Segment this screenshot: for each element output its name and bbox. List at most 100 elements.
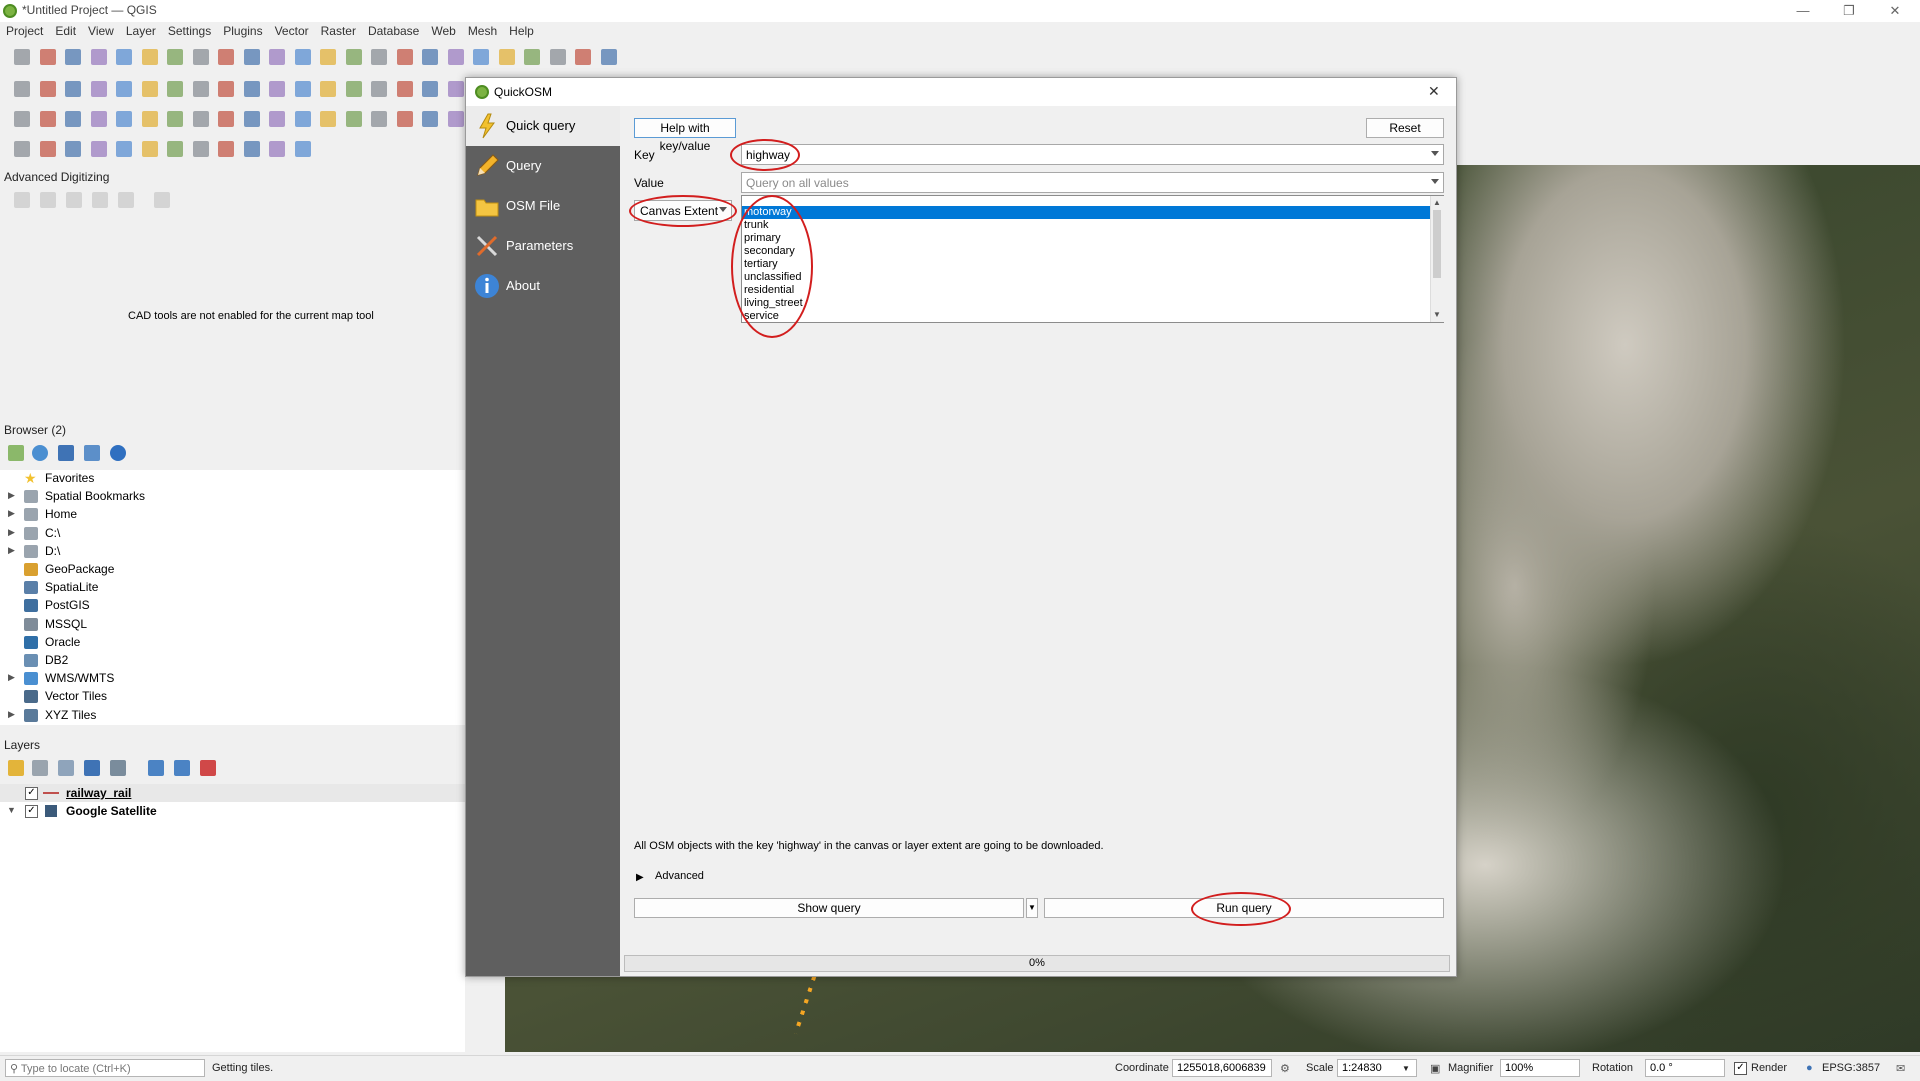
sidebar-item-parameters[interactable]: Parameters [466, 226, 620, 266]
collapse-all-icon[interactable] [84, 445, 100, 461]
menu-edit[interactable]: Edit [49, 22, 82, 38]
menu-help[interactable]: Help [503, 22, 540, 38]
expand-arrow-icon[interactable]: ▶ [8, 709, 15, 720]
new-project-icon[interactable] [14, 141, 30, 157]
browser-item[interactable]: Oracle [0, 634, 465, 652]
select-icon[interactable] [549, 49, 566, 65]
sidebar-item-about[interactable]: About [466, 266, 620, 306]
browser-item[interactable]: ▶ C:\ [0, 525, 465, 543]
save-project-icon[interactable] [65, 141, 81, 157]
dropdown-scrollbar[interactable]: ▲ ▼ [1430, 196, 1444, 322]
expand-all-icon[interactable] [148, 760, 164, 776]
new-project-icon[interactable] [320, 81, 336, 97]
key-combobox[interactable]: highway [741, 144, 1444, 165]
add-group-icon[interactable] [32, 760, 48, 776]
open-project-icon[interactable] [39, 49, 56, 65]
browser-item[interactable]: GeoPackage [0, 561, 465, 579]
menu-web[interactable]: Web [425, 22, 461, 38]
filter-expression-icon[interactable] [110, 760, 126, 776]
attribute-table-icon[interactable] [498, 49, 515, 65]
new-project-icon[interactable] [320, 49, 336, 65]
menu-database[interactable]: Database [362, 22, 425, 38]
open-project-icon[interactable] [39, 111, 56, 127]
attribute-table-icon[interactable] [192, 141, 209, 157]
browser-item[interactable]: ▶ XYZ Tiles [0, 707, 465, 725]
restore-button[interactable]: ❐ [1826, 0, 1872, 22]
new-project-icon[interactable] [14, 81, 30, 97]
select-icon[interactable] [243, 111, 260, 127]
refresh-icon[interactable] [294, 111, 311, 127]
expand-arrow-icon[interactable]: ▶ [8, 508, 15, 519]
refresh-icon[interactable] [294, 81, 311, 97]
crs-label[interactable]: EPSG:3857 [1822, 1062, 1880, 1074]
add-selected-layers-icon[interactable] [8, 445, 24, 461]
digitize-icon[interactable] [269, 49, 285, 65]
value-dropdown-list[interactable]: ▲ ▼ motorway trunk primary secondary tertiar… [741, 195, 1444, 323]
digitize-icon[interactable] [269, 81, 285, 97]
reset-button[interactable]: Reset [1366, 118, 1444, 138]
expand-arrow-icon[interactable]: ▶ [8, 490, 15, 501]
menu-vector[interactable]: Vector [269, 22, 315, 38]
browser-item[interactable]: ▶ WMS/WMTS [0, 670, 465, 688]
pan-icon[interactable] [396, 81, 413, 97]
magnifier-field[interactable]: 100% [1500, 1059, 1580, 1077]
show-query-menu-button[interactable]: ▼ [1026, 898, 1038, 918]
identify-icon[interactable] [167, 111, 183, 127]
browser-item[interactable]: PostGIS [0, 597, 465, 615]
menu-mesh[interactable]: Mesh [462, 22, 503, 38]
zoom-in-icon[interactable] [422, 111, 438, 127]
expand-arrow-icon[interactable]: ▶ [8, 527, 15, 538]
close-dialog-button[interactable]: ✕ [1428, 83, 1440, 100]
zoom-in-icon[interactable] [422, 49, 438, 65]
select-icon[interactable] [243, 141, 260, 157]
digitize-icon[interactable] [269, 111, 285, 127]
expand-arrow-icon[interactable]: ▼ [7, 805, 16, 815]
zoom-out-icon[interactable] [141, 49, 158, 65]
save-project-icon[interactable] [371, 81, 387, 97]
new-project-icon[interactable] [14, 111, 30, 127]
zoom-in-icon[interactable] [116, 49, 132, 65]
save-project-icon[interactable] [65, 111, 81, 127]
expand-arrow-icon[interactable]: ▶ [8, 672, 15, 683]
filter-icon[interactable] [58, 445, 74, 461]
zoom-in-icon[interactable] [116, 81, 132, 97]
save-project-icon[interactable] [65, 49, 81, 65]
scale-dropdown-icon[interactable]: ▼ [1402, 1064, 1410, 1073]
open-project-icon[interactable] [345, 111, 362, 127]
browser-item[interactable]: SpatiaLite [0, 579, 465, 597]
menu-settings[interactable]: Settings [162, 22, 217, 38]
identify-icon[interactable] [167, 141, 183, 157]
expand-advanced-icon[interactable]: ▶ [636, 872, 644, 883]
measure-icon[interactable] [218, 111, 234, 127]
scroll-thumb[interactable] [1433, 210, 1441, 278]
identify-icon[interactable] [167, 49, 183, 65]
zoom-out-icon[interactable] [141, 141, 158, 157]
close-window-button[interactable]: ✕ [1872, 0, 1918, 22]
style-manager-icon[interactable] [8, 760, 24, 776]
browser-item[interactable]: MSSQL [0, 616, 465, 634]
render-checkbox[interactable]: ✓ [1734, 1062, 1747, 1075]
attribute-table-icon[interactable] [192, 111, 209, 127]
browser-item[interactable]: ▶ Spatial Bookmarks [0, 488, 465, 506]
layer-name[interactable]: Google Satellite [66, 804, 157, 818]
open-project-icon[interactable] [39, 141, 56, 157]
expand-arrow-icon[interactable]: ▶ [8, 545, 15, 556]
browser-item[interactable]: ★ Favorites [0, 470, 465, 488]
save-project-icon[interactable] [371, 111, 387, 127]
zoom-in-icon[interactable] [116, 141, 132, 157]
digitize-icon[interactable] [575, 49, 591, 65]
coordinate-field[interactable]: 1255018,6006839 [1172, 1059, 1272, 1077]
pan-icon[interactable] [90, 81, 107, 97]
browser-item[interactable]: ▶ Home [0, 506, 465, 524]
zoom-out-icon[interactable] [141, 81, 158, 97]
filter-legend-icon[interactable] [84, 760, 100, 776]
pan-icon[interactable] [90, 49, 107, 65]
open-project-icon[interactable] [345, 81, 362, 97]
attribute-table-icon[interactable] [192, 49, 209, 65]
messages-icon[interactable]: ✉ [1896, 1062, 1905, 1075]
pan-icon[interactable] [396, 49, 413, 65]
select-icon[interactable] [243, 81, 260, 97]
pan-icon[interactable] [90, 111, 107, 127]
zoom-out-icon[interactable] [447, 49, 464, 65]
scroll-up-icon[interactable]: ▲ [1433, 198, 1441, 207]
